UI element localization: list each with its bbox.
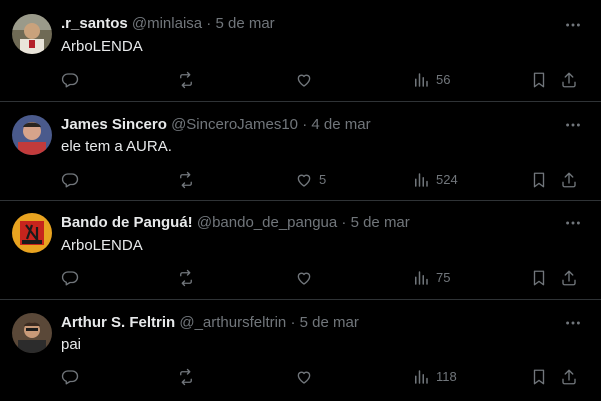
reply-button[interactable] [61, 70, 79, 90]
repost-button[interactable] [177, 367, 195, 387]
user-handle[interactable]: @SinceroJames10 [171, 116, 298, 133]
bookmark-icon [533, 172, 545, 188]
heart-icon [297, 272, 311, 285]
view-count: 524 [436, 172, 458, 187]
action-bar: 56 [0, 70, 601, 90]
bookmark-button[interactable] [530, 70, 548, 90]
share-button[interactable] [560, 268, 578, 288]
bookmark-button[interactable] [530, 170, 548, 190]
bookmark-button[interactable] [530, 268, 548, 288]
share-upload-icon [562, 172, 576, 188]
display-name[interactable]: .r_santos [61, 15, 128, 32]
separator-dot: · [302, 116, 308, 133]
bookmark-icon [533, 270, 545, 286]
more-options-button[interactable] [563, 313, 583, 333]
display-name[interactable]: Bando de Panguá! [61, 214, 193, 231]
repost-button[interactable] [177, 170, 195, 190]
user-handle[interactable]: @minlaisa [132, 15, 202, 32]
tweet-text: pai [61, 336, 82, 353]
views-button[interactable]: 524 [412, 170, 458, 190]
tweet-text: ArboLENDA [61, 237, 143, 254]
user-handle[interactable]: @_arthursfeltrin [179, 314, 286, 331]
tweet-header: Bando de Panguá! @bando_de_pangua · 5 de… [61, 213, 410, 233]
tweet-header: Arthur S. Feltrin @_arthursfeltrin · 5 d… [61, 313, 359, 333]
more-horizontal-icon [566, 321, 580, 325]
reply-tweet[interactable]: Bando de Panguá! @bando_de_pangua · 5 de… [0, 201, 601, 300]
avatar[interactable] [12, 213, 52, 253]
like-button[interactable] [295, 70, 319, 90]
view-count: 118 [436, 369, 457, 384]
more-options-button[interactable] [563, 115, 583, 135]
views-button[interactable]: 75 [412, 268, 450, 288]
like-button[interactable]: 5 [295, 170, 326, 190]
reply-tweet[interactable]: Arthur S. Feltrin @_arthursfeltrin · 5 d… [0, 300, 601, 401]
heart-icon [297, 174, 311, 187]
repost-button[interactable] [177, 70, 195, 90]
action-bar: 118 [0, 367, 601, 387]
repost-arrows-icon [180, 71, 192, 89]
views-button[interactable]: 56 [412, 70, 450, 90]
avatar[interactable] [12, 313, 52, 353]
reply-button[interactable] [61, 170, 79, 190]
share-upload-icon [562, 72, 576, 88]
bookmark-icon [533, 369, 545, 385]
repost-arrows-icon [180, 171, 192, 189]
like-button[interactable] [295, 367, 319, 387]
separator-dot: · [290, 314, 296, 331]
reply-tweet[interactable]: .r_santos @minlaisa · 5 de mar ArboLENDA… [0, 0, 601, 102]
post-date[interactable]: 5 de mar [215, 15, 274, 32]
avatar[interactable] [12, 115, 52, 155]
more-horizontal-icon [566, 23, 580, 27]
more-horizontal-icon [566, 123, 580, 127]
tweet-text: ArboLENDA [61, 38, 143, 55]
reply-bubble-icon [61, 73, 79, 88]
like-count: 5 [319, 172, 327, 187]
view-count: 56 [436, 72, 451, 87]
action-bar: 75 [0, 268, 601, 288]
more-horizontal-icon [566, 221, 580, 225]
tweet-header: .r_santos @minlaisa · 5 de mar [61, 14, 275, 34]
action-bar: 5 524 [0, 170, 601, 190]
reply-button[interactable] [61, 367, 79, 387]
post-date[interactable]: 5 de mar [351, 214, 410, 231]
bookmark-button[interactable] [530, 367, 548, 387]
share-button[interactable] [560, 70, 578, 90]
reply-feed: .r_santos @minlaisa · 5 de mar ArboLENDA… [0, 0, 601, 401]
repost-arrows-icon [180, 368, 192, 386]
user-handle[interactable]: @bando_de_pangua [197, 214, 337, 231]
like-button[interactable] [295, 268, 319, 288]
reply-bubble-icon [61, 173, 79, 188]
separator-dot: · [206, 15, 212, 32]
display-name[interactable]: James Sincero [61, 116, 167, 133]
reply-bubble-icon [61, 370, 79, 385]
separator-dot: · [341, 214, 347, 231]
share-button[interactable] [560, 367, 578, 387]
heart-icon [297, 371, 311, 384]
avatar[interactable] [12, 14, 52, 54]
share-upload-icon [562, 270, 576, 286]
tweet-header: James Sincero @SinceroJames10 · 4 de mar [61, 115, 371, 135]
reply-tweet[interactable]: James Sincero @SinceroJames10 · 4 de mar… [0, 102, 601, 201]
bar-chart-icon [415, 370, 428, 384]
view-count: 75 [436, 270, 451, 285]
share-button[interactable] [560, 170, 578, 190]
share-upload-icon [562, 369, 576, 385]
reply-button[interactable] [61, 268, 79, 288]
bar-chart-icon [415, 173, 428, 187]
repost-button[interactable] [177, 268, 195, 288]
more-options-button[interactable] [563, 15, 583, 35]
repost-arrows-icon [180, 269, 192, 287]
reply-bubble-icon [61, 271, 79, 286]
bookmark-icon [533, 72, 545, 88]
post-date[interactable]: 5 de mar [300, 314, 359, 331]
tweet-text: ele tem a AURA. [61, 138, 172, 155]
bar-chart-icon [415, 271, 428, 285]
display-name[interactable]: Arthur S. Feltrin [61, 314, 175, 331]
bar-chart-icon [415, 73, 428, 87]
views-button[interactable]: 118 [412, 367, 457, 387]
post-date[interactable]: 4 de mar [311, 116, 370, 133]
more-options-button[interactable] [563, 213, 583, 233]
heart-icon [297, 74, 311, 87]
